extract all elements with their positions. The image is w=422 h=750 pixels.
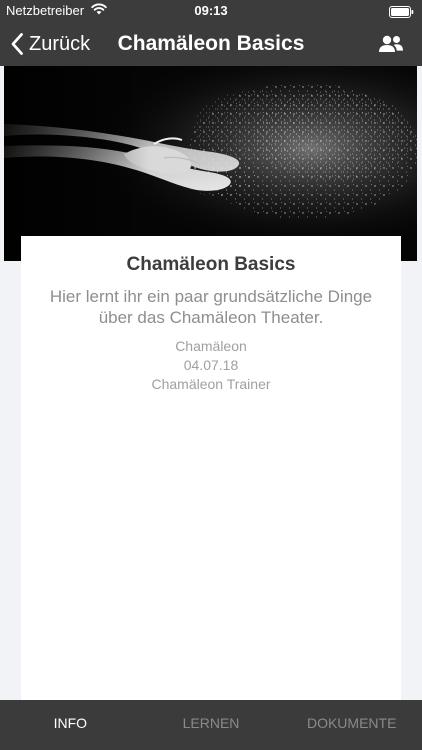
- course-header-image: [4, 66, 417, 261]
- people-icon[interactable]: [378, 32, 404, 56]
- course-date: 04.07.18: [183, 357, 239, 373]
- chevron-left-icon: [10, 32, 24, 56]
- course-organization: Chamäleon: [175, 338, 247, 354]
- course-title: Chamäleon Basics: [126, 254, 296, 275]
- course-description: Hier lernt ihr ein paar grundsätzliche D…: [49, 287, 373, 327]
- tab-bar: INFO LERNEN DOKUMENTE: [0, 700, 422, 750]
- course-meta: Chamäleon 04.07.18 Chamäleon Trainer: [21, 337, 401, 394]
- course-trainer: Chamäleon Trainer: [151, 376, 271, 392]
- tab-lernen[interactable]: LERNEN: [141, 700, 282, 750]
- page-title: Chamäleon Basics: [117, 32, 305, 55]
- status-time: 09:13: [194, 3, 228, 18]
- status-bar: Netzbetreiber 09:13: [0, 0, 422, 22]
- navigation-bar: Zurück Chamäleon Basics: [0, 22, 422, 66]
- battery-icon: [389, 5, 414, 18]
- tab-info[interactable]: INFO: [0, 700, 141, 750]
- back-button[interactable]: Zurück: [10, 30, 90, 58]
- tab-dokumente[interactable]: DOKUMENTE: [281, 700, 422, 750]
- back-button-label: Zurück: [29, 33, 91, 55]
- course-info-card: Chamäleon Basics Hier lernt ihr ein paar…: [21, 236, 401, 700]
- top-bar: Netzbetreiber 09:13 Zurück Chamäleon Bas…: [0, 0, 422, 66]
